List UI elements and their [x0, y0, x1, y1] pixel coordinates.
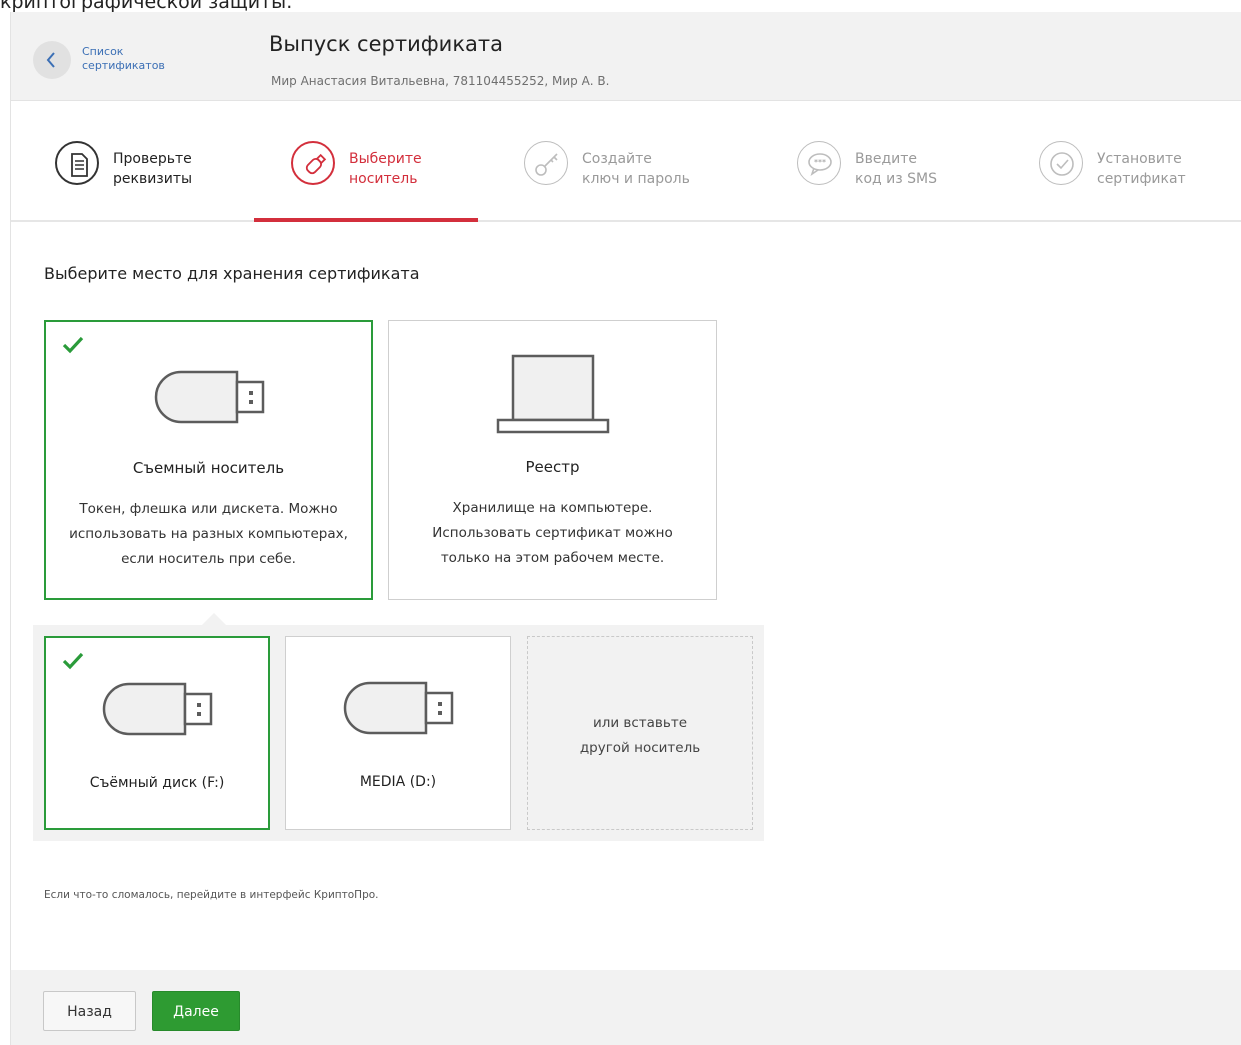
storage-option-title: Съемный носитель — [132, 459, 285, 477]
storage-option-description: Хранилище на компьютере. Использовать се… — [389, 496, 716, 571]
step-label-line1: Выберите — [349, 151, 422, 167]
device-removable-disk-f[interactable]: Съёмный диск (F:) — [44, 636, 270, 830]
usb-drive-icon — [343, 681, 454, 735]
step-label-line1: Проверьте — [113, 151, 192, 167]
desc-line: Токен, флешка или дискета. Можно — [79, 501, 338, 517]
step-label-line1: Создайте — [582, 151, 652, 167]
step-label-line2: реквизиты — [113, 171, 193, 187]
insert-other-device-slot: или вставьте другой носитель — [527, 636, 753, 830]
device-name: Съёмный диск (F:) — [89, 775, 225, 791]
desc-line: использовать на разных компьютерах, — [69, 526, 348, 542]
desc-line: Использовать сертификат можно — [432, 525, 673, 541]
wizard-steps: Проверьте реквизиты Выберите носитель Со… — [11, 101, 1241, 222]
back-step-button[interactable]: Назад — [43, 991, 136, 1031]
storage-option-removable[interactable]: Съемный носитель Токен, флешка или диске… — [44, 320, 373, 600]
help-hint: Если что-то сломалось, перейдите в интер… — [44, 889, 379, 901]
laptop-icon — [496, 354, 610, 434]
document-icon — [71, 153, 88, 177]
checkmark-icon — [1050, 152, 1074, 176]
storage-option-title: Реестр — [525, 458, 580, 476]
active-step-indicator — [254, 218, 478, 222]
chevron-left-icon — [46, 52, 55, 68]
desc-line: если носитель при себе. — [121, 551, 296, 567]
device-media-d[interactable]: MEDIA (D:) — [285, 636, 511, 830]
next-button[interactable]: Далее — [152, 991, 240, 1031]
page-subtitle: Мир Анастасия Витальевна, 781104455252, … — [271, 74, 610, 88]
insert-other-line: или вставьте — [592, 715, 688, 731]
step-label-line1: Установите — [1097, 151, 1182, 167]
page-title: Выпуск сертификата — [269, 32, 503, 56]
storage-option-registry[interactable]: Реестр Хранилище на компьютере. Использо… — [388, 320, 717, 600]
section-title: Выберите место для хранения сертификата — [44, 264, 420, 283]
step-label-line2: носитель — [349, 171, 418, 187]
usb-pen-icon — [305, 153, 327, 175]
sms-icon: *** — [808, 153, 832, 176]
step-label-line2: код из SMS — [855, 171, 937, 187]
usb-drive-icon — [154, 370, 265, 424]
device-name: MEDIA (D:) — [359, 774, 437, 790]
svg-text:***: *** — [814, 158, 826, 167]
desc-line: Хранилище на компьютере. — [452, 500, 653, 516]
check-icon — [62, 336, 84, 354]
desc-line: только на этом рабочем месте. — [440, 550, 665, 566]
step-label-line1: Введите — [855, 151, 918, 167]
step-label-line2: сертификат — [1097, 171, 1186, 187]
back-button[interactable] — [33, 41, 71, 79]
dialog-footer: Назад Далее — [11, 970, 1241, 1045]
certificate-dialog: Список сертификатов Выпуск сертификата М… — [10, 12, 1241, 1045]
check-icon — [62, 652, 84, 670]
insert-other-text: или вставьте другой носитель — [528, 711, 752, 761]
dialog-header: Список сертификатов Выпуск сертификата М… — [11, 12, 1241, 101]
storage-option-description: Токен, флешка или дискета. Можно использ… — [46, 497, 371, 572]
back-link[interactable]: Список сертификатов — [82, 45, 192, 73]
usb-drive-icon — [102, 682, 213, 736]
insert-other-line: другой носитель — [579, 740, 701, 756]
key-icon — [535, 153, 558, 176]
step-label-line2: ключ и пароль — [582, 171, 690, 187]
